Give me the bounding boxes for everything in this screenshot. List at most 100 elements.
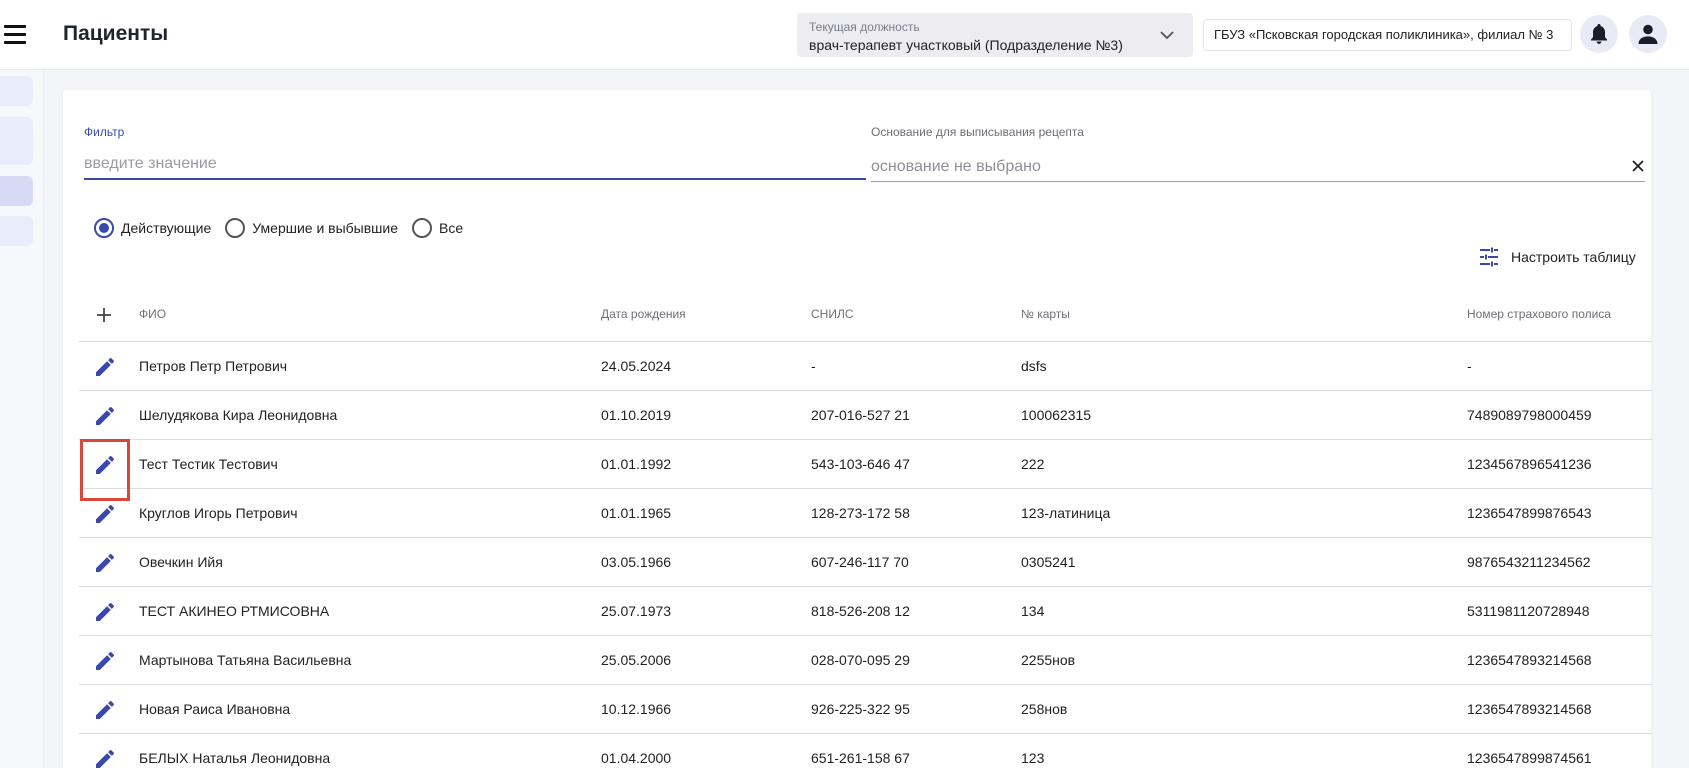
- cell-policy: 1236547899874561: [1467, 750, 1592, 766]
- cell-birth: 03.05.1966: [601, 554, 672, 570]
- table-row[interactable]: Шелудякова Кира Леонидовна 01.10.2019 207-…: [79, 391, 1652, 440]
- cell-name: Новая Раиса Ивановна: [139, 701, 291, 717]
- header-policy[interactable]: Номер страхового полиса: [1467, 307, 1611, 321]
- chevron-down-icon: [1160, 31, 1174, 40]
- cell-card: 258нов: [1021, 701, 1068, 717]
- cell-name: БЕЛЫХ Наталья Леонидовна: [139, 750, 331, 766]
- edit-icon[interactable]: [93, 404, 117, 428]
- cell-name: Петров Петр Петрович: [139, 358, 288, 374]
- radio-active[interactable]: Действующие: [94, 218, 211, 238]
- notifications-button[interactable]: [1580, 15, 1618, 53]
- status-radio-group: Действующие Умершие и выбывшие Все: [94, 218, 463, 238]
- edit-icon[interactable]: [93, 502, 117, 526]
- cell-birth: 24.05.2024: [601, 358, 672, 374]
- cell-birth: 10.12.1966: [601, 701, 672, 717]
- cell-policy: 1236547893214568: [1467, 652, 1592, 668]
- header-name[interactable]: ФИО: [139, 307, 166, 321]
- add-icon[interactable]: [93, 304, 115, 326]
- position-label: Текущая должность: [809, 20, 920, 34]
- app: Пациенты Текущая должность врач-терапевт…: [0, 0, 1689, 768]
- edit-icon[interactable]: [93, 453, 117, 477]
- header-birth[interactable]: Дата рождения: [601, 307, 686, 321]
- filter-input[interactable]: [84, 150, 866, 180]
- edit-icon[interactable]: [93, 698, 117, 722]
- cell-birth: 25.07.1973: [601, 603, 672, 619]
- cell-snils: 128-273-172 58: [811, 505, 910, 521]
- table-row[interactable]: Тест Тестик Тестович 01.01.1992 543-103-64…: [79, 440, 1652, 489]
- cell-policy: 5311981120728948: [1467, 603, 1590, 619]
- cell-card: 100062315: [1021, 407, 1092, 423]
- configure-table-button[interactable]: Настроить таблицу: [1479, 247, 1636, 267]
- edit-icon[interactable]: [93, 600, 117, 624]
- edit-icon[interactable]: [93, 649, 117, 673]
- cell-name: Мартынова Татьяна Васильевна: [139, 652, 352, 668]
- cell-snils: -: [811, 358, 816, 374]
- cell-policy: 9876543211234562: [1467, 554, 1591, 570]
- cell-policy: 7489089798000459: [1467, 407, 1592, 423]
- cell-snils: 926-225-322 95: [811, 701, 910, 717]
- table-row[interactable]: ТЕСТ АКИНЕО РТМИСОВНА 25.07.1973 818-526-2…: [79, 587, 1652, 636]
- cell-name: Овечкин Ийя: [139, 554, 223, 570]
- cell-birth: 01.10.2019: [601, 407, 672, 423]
- cell-card: 0305241: [1021, 554, 1076, 570]
- radio-circle: [225, 218, 246, 238]
- cell-snils: 818-526-208 12: [811, 603, 910, 619]
- cell-card: 222: [1021, 456, 1045, 472]
- cell-policy: 1236547893214568: [1467, 701, 1592, 717]
- rail-item-2[interactable]: [0, 117, 33, 165]
- cell-card: 134: [1021, 603, 1045, 619]
- cell-name: Шелудякова Кира Леонидовна: [139, 407, 338, 423]
- cell-card: dsfs: [1021, 358, 1047, 374]
- edit-icon[interactable]: [93, 747, 117, 768]
- table-body: Петров Петр Петрович 24.05.2024 - dsfs - Шелу…: [79, 342, 1652, 768]
- header-snils[interactable]: СНИЛС: [811, 307, 854, 321]
- cell-name: ТЕСТ АКИНЕО РТМИСОВНА: [139, 603, 330, 619]
- cell-policy: 1234567896541236: [1467, 456, 1592, 472]
- edit-icon[interactable]: [93, 355, 117, 379]
- radio-label: Умершие и выбывшие: [252, 220, 399, 236]
- tune-icon: [1480, 247, 1498, 267]
- rail-item-3[interactable]: [0, 176, 33, 206]
- cell-birth: 25.05.2006: [601, 652, 672, 668]
- cell-policy: -: [1467, 358, 1472, 374]
- radio-deceased[interactable]: Умершие и выбывшие: [225, 218, 398, 238]
- basis-input[interactable]: [871, 152, 1645, 182]
- radio-all[interactable]: Все: [412, 218, 463, 238]
- organization-chip[interactable]: ГБУЗ «Псковская городская поликлиника», …: [1203, 19, 1572, 51]
- table-row[interactable]: Круглов Игорь Петрович 01.01.1965 128-273-…: [79, 489, 1652, 538]
- configure-table-label: Настроить таблицу: [1511, 249, 1636, 265]
- cell-snils: 543-103-646 47: [811, 456, 910, 472]
- user-icon: [1638, 24, 1658, 44]
- rail-item-4[interactable]: [0, 216, 33, 246]
- cell-policy: 1236547899876543: [1467, 505, 1592, 521]
- patients-card: Фильтр Основание для выписывания рецепта…: [63, 90, 1652, 768]
- profile-button[interactable]: [1629, 15, 1667, 53]
- cell-birth: 01.01.1992: [601, 456, 672, 472]
- radio-label: Действующие: [121, 220, 212, 236]
- table-row[interactable]: Овечкин Ийя 03.05.1966 607-246-117 70 03052…: [79, 538, 1652, 587]
- cell-birth: 01.04.2000: [601, 750, 672, 766]
- top-header: Пациенты Текущая должность врач-терапевт…: [0, 0, 1689, 70]
- bell-icon: [1591, 24, 1607, 44]
- cell-card: 123: [1021, 750, 1045, 766]
- current-position-select[interactable]: Текущая должность врач-терапевт участков…: [797, 13, 1193, 57]
- table-row[interactable]: Мартынова Татьяна Васильевна 25.05.2006 02…: [79, 636, 1652, 685]
- radio-circle: [94, 218, 114, 238]
- table-row[interactable]: Петров Петр Петрович 24.05.2024 - dsfs -: [79, 342, 1652, 391]
- position-value: врач-терапевт участковый (Подразделение …: [809, 37, 1123, 53]
- cell-name: Круглов Игорь Петрович: [139, 505, 298, 521]
- edit-icon[interactable]: [93, 551, 117, 575]
- cell-snils: 207-016-527 21: [811, 407, 910, 423]
- rail-item-1[interactable]: [0, 76, 33, 106]
- clear-icon[interactable]: [1628, 156, 1648, 176]
- table-row[interactable]: Новая Раиса Ивановна 10.12.1966 926-225-32…: [79, 685, 1652, 734]
- radio-label: Все: [439, 220, 464, 236]
- cell-snils: 651-261-158 67: [811, 750, 910, 766]
- menu-icon[interactable]: [4, 25, 28, 49]
- patients-table: ФИО Дата рождения СНИЛС № карты Номер ст…: [79, 290, 1652, 768]
- cell-card: 2255нов: [1021, 652, 1076, 668]
- table-row[interactable]: БЕЛЫХ Наталья Леонидовна 01.04.2000 651-26…: [79, 734, 1652, 768]
- header-card[interactable]: № карты: [1021, 307, 1070, 321]
- table-header: ФИО Дата рождения СНИЛС № карты Номер ст…: [79, 290, 1652, 342]
- cell-snils: 607-246-117 70: [811, 554, 909, 570]
